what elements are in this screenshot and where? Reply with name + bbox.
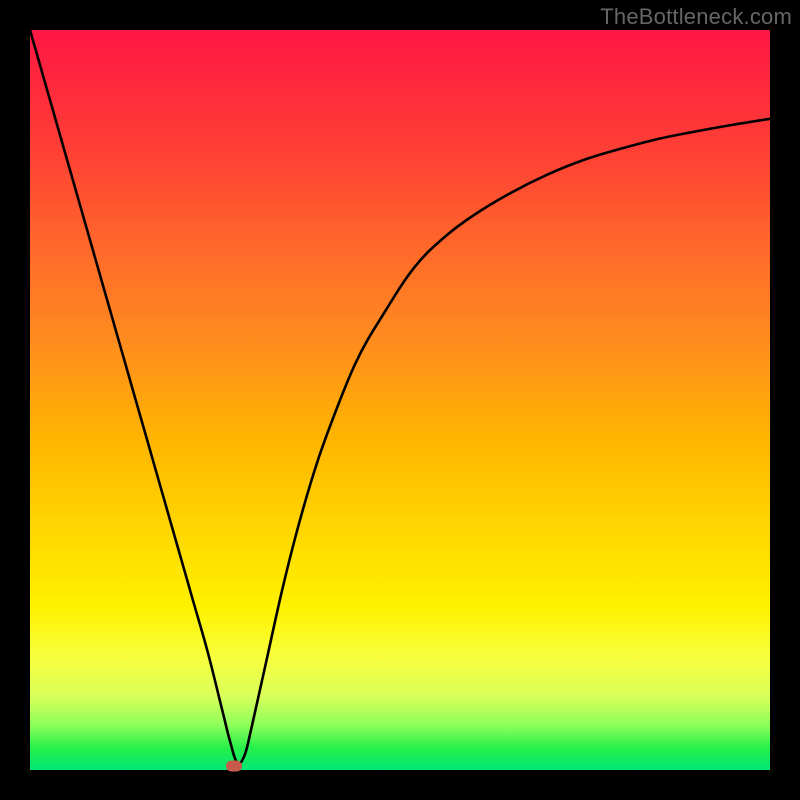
plot-area (30, 30, 770, 770)
minimum-marker (226, 761, 242, 772)
watermark-text: TheBottleneck.com (600, 4, 792, 30)
curve-svg (30, 30, 770, 770)
bottleneck-curve-path (30, 30, 770, 764)
bottleneck-chart: TheBottleneck.com (0, 0, 800, 800)
